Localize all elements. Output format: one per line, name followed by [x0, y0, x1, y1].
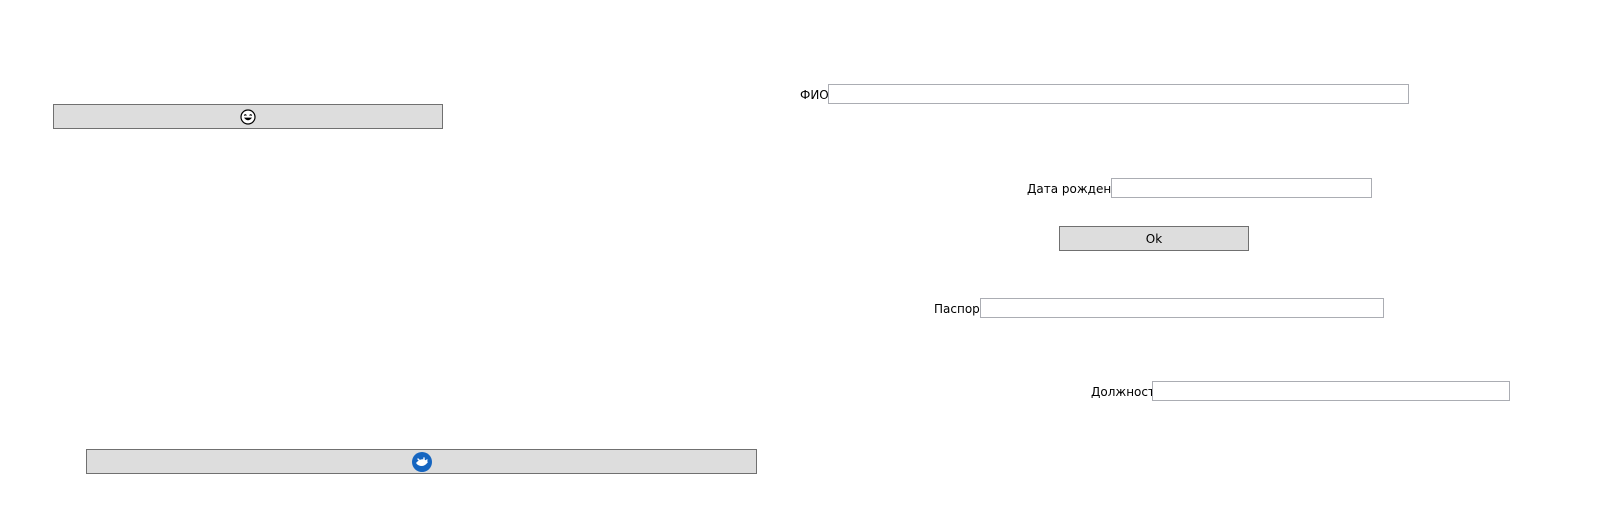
logo-button[interactable] [86, 449, 757, 474]
passport-field[interactable] [980, 298, 1384, 318]
ok-button[interactable]: Ok [1059, 226, 1249, 251]
fio-field[interactable] [828, 84, 1409, 104]
blue-logo-icon [411, 451, 432, 472]
fio-label: ФИО [800, 88, 829, 102]
birthdate-field[interactable] [1111, 178, 1372, 198]
passport-label: Паспорт [934, 302, 987, 316]
grinning-face-icon [240, 108, 256, 125]
position-field[interactable] [1152, 381, 1510, 401]
emoji-button[interactable] [53, 104, 443, 129]
